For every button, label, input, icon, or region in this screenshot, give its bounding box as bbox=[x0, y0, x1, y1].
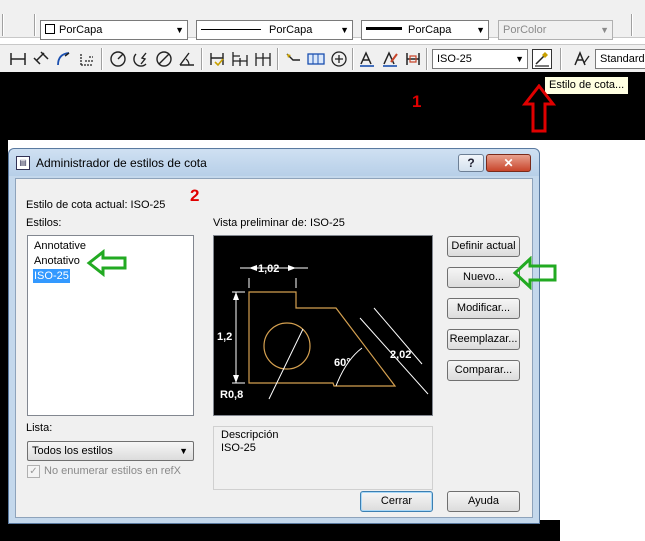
preview-dim-right: 2,02 bbox=[390, 349, 411, 361]
preview-dim-left: 1,2 bbox=[217, 331, 232, 343]
lineweight-sample bbox=[366, 27, 402, 30]
chevron-down-icon: ▼ bbox=[515, 54, 524, 64]
dimension-text-edit-icon[interactable] bbox=[380, 49, 400, 69]
dimension-style-icon[interactable] bbox=[532, 49, 552, 69]
linetype-combo[interactable]: PorCapa ▼ bbox=[196, 20, 353, 40]
text-style-icon[interactable] bbox=[572, 49, 592, 69]
xref-checkbox[interactable]: ✓ bbox=[27, 465, 40, 478]
plotstyle-combo: PorColor ▼ bbox=[498, 20, 613, 40]
annotation-label-2: 2 bbox=[190, 186, 200, 205]
description-label: Descripción bbox=[221, 429, 279, 441]
green-arrow-left-icon bbox=[512, 256, 557, 290]
color-swatch bbox=[45, 24, 55, 34]
toolbar-separator bbox=[34, 14, 36, 36]
green-arrow-left-icon bbox=[86, 249, 127, 277]
chevron-down-icon: ▼ bbox=[179, 446, 188, 456]
toolbar-separator bbox=[277, 48, 279, 70]
description-value: ISO-25 bbox=[221, 442, 256, 454]
current-style-label: Estilo de cota actual: ISO-25 bbox=[26, 199, 166, 211]
toolbar-separator bbox=[101, 48, 103, 70]
new-button[interactable]: Nuevo... bbox=[447, 267, 520, 288]
dimstyle-combo[interactable]: ISO-25 ▼ bbox=[432, 49, 528, 69]
chevron-down-icon: ▼ bbox=[476, 25, 485, 35]
style-item-anotativo[interactable]: Anotativo bbox=[33, 254, 81, 268]
jogged-dimension-icon[interactable] bbox=[131, 49, 151, 69]
chevron-down-icon: ▼ bbox=[600, 25, 609, 35]
app-icon: ▤ bbox=[16, 156, 30, 170]
dimension-style-manager-dialog: ▤ Administrador de estilos de cota ? ✕ E… bbox=[8, 148, 540, 524]
help-button[interactable]: Ayuda bbox=[447, 491, 520, 512]
color-combo[interactable]: PorCapa ▼ bbox=[40, 20, 188, 40]
style-item-iso-25[interactable]: ISO-25 bbox=[33, 269, 70, 283]
aligned-dimension-icon[interactable] bbox=[31, 49, 51, 69]
compare-button[interactable]: Comparar... bbox=[447, 360, 520, 381]
toolbar-separator bbox=[631, 14, 633, 36]
radius-dimension-icon[interactable] bbox=[108, 49, 128, 69]
quick-leader-icon[interactable] bbox=[283, 49, 303, 69]
toolbar-separator bbox=[2, 14, 4, 36]
dimension-update-icon[interactable] bbox=[403, 49, 423, 69]
help-titlebar-button[interactable]: ? bbox=[458, 154, 484, 172]
styles-label: Estilos: bbox=[26, 217, 62, 229]
chevron-down-icon: ▼ bbox=[340, 25, 349, 35]
preview-drawing: 1,02 1,2 2,02 60° R0,8 bbox=[217, 263, 429, 401]
dimension-toolbar: ISO-25 ▼ Standard bbox=[0, 44, 645, 72]
quick-dimension-icon[interactable] bbox=[207, 49, 227, 69]
override-button[interactable]: Reemplazar... bbox=[447, 329, 520, 350]
center-mark-icon[interactable] bbox=[329, 49, 349, 69]
toolbar-separator bbox=[352, 48, 354, 70]
linetype-sample bbox=[201, 29, 261, 30]
dialog-titlebar[interactable]: ▤ Administrador de estilos de cota ? ✕ bbox=[9, 149, 539, 176]
preview-label: Vista preliminar de: ISO-25 bbox=[213, 217, 345, 229]
close-titlebar-button[interactable]: ✕ bbox=[486, 154, 531, 172]
preview-dim-top: 1,02 bbox=[258, 263, 279, 275]
toolbar-separator bbox=[426, 48, 428, 70]
continue-dimension-icon[interactable] bbox=[253, 49, 273, 69]
xref-checkbox-label: No enumerar estilos en refX bbox=[44, 465, 181, 477]
style-item-annotative[interactable]: Annotative bbox=[33, 239, 87, 253]
lineweight-combo[interactable]: PorCapa ▼ bbox=[361, 20, 489, 40]
list-label: Lista: bbox=[26, 422, 53, 434]
dimension-preview: 1,02 1,2 2,02 60° R0,8 bbox=[213, 235, 433, 416]
dialog-client-area: Estilo de cota actual: ISO-25 2 Estilos:… bbox=[15, 178, 533, 518]
drawing-area-left[interactable] bbox=[0, 140, 8, 541]
set-current-button[interactable]: Definir actual bbox=[447, 236, 520, 257]
properties-toolbar: PorCapa ▼ PorCapa ▼ PorCapa ▼ PorColor ▼ bbox=[0, 0, 645, 40]
red-arrow-up-icon bbox=[522, 84, 556, 133]
arc-length-icon[interactable] bbox=[54, 49, 74, 69]
close-button[interactable]: Cerrar bbox=[360, 491, 433, 512]
chevron-down-icon: ▼ bbox=[175, 25, 184, 35]
toolbar-separator bbox=[201, 48, 203, 70]
tolerance-icon[interactable] bbox=[306, 49, 326, 69]
diameter-dimension-icon[interactable] bbox=[154, 49, 174, 69]
toolbar-separator bbox=[560, 48, 562, 70]
preview-dim-angle: 60° bbox=[334, 357, 351, 369]
baseline-dimension-icon[interactable] bbox=[230, 49, 250, 69]
ordinate-dimension-icon[interactable] bbox=[77, 49, 97, 69]
preview-dim-radius: R0,8 bbox=[220, 389, 243, 401]
dimension-edit-icon[interactable] bbox=[357, 49, 377, 69]
tooltip: Estilo de cota... bbox=[544, 76, 630, 95]
linear-dimension-icon[interactable] bbox=[8, 49, 28, 69]
description-group: Descripción ISO-25 bbox=[213, 426, 433, 490]
modify-button[interactable]: Modificar... bbox=[447, 298, 520, 319]
dialog-title: Administrador de estilos de cota bbox=[36, 156, 207, 170]
angular-dimension-icon[interactable] bbox=[177, 49, 197, 69]
annotation-label-1: 1 bbox=[412, 92, 422, 111]
list-filter-combo[interactable]: Todos los estilos ▼ bbox=[27, 441, 194, 461]
textstyle-combo[interactable]: Standard bbox=[595, 49, 645, 69]
